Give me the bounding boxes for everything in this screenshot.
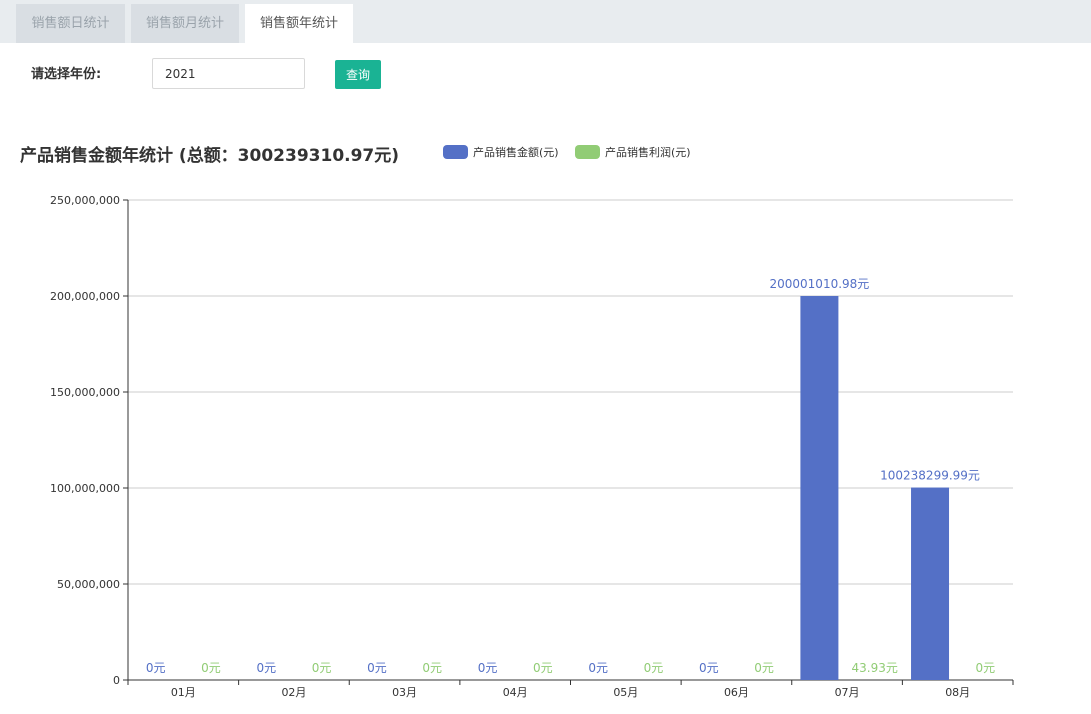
x-tick-label: 04月 [503, 686, 528, 699]
bar-chart: 0 50,000,000 100,000,000 150,000,000 200,000… [50, 194, 1014, 699]
data-label-sales: 100238299.99元 [880, 469, 980, 483]
bar-sales [800, 295, 839, 680]
data-label-profit: 0元 [754, 661, 774, 675]
x-tick-label: 01月 [171, 686, 196, 699]
y-tick-label: 200,000,000 [50, 290, 120, 303]
data-label-profit: 43.93元 [852, 661, 898, 675]
y-tick-label: 0 [113, 674, 120, 687]
bar-sales [911, 487, 950, 680]
x-tick-label: 07月 [835, 686, 860, 699]
data-label-sales: 0元 [146, 661, 166, 675]
y-tick-label: 250,000,000 [50, 194, 120, 207]
x-tick-label: 08月 [945, 686, 970, 699]
data-label-profit: 0元 [201, 661, 221, 675]
x-tick-label: 03月 [392, 686, 417, 699]
data-label-sales: 0元 [478, 661, 498, 675]
data-label-sales: 0元 [588, 661, 608, 675]
data-label-profit: 0元 [644, 661, 664, 675]
data-label-profit: 0元 [422, 661, 442, 675]
x-tick-label: 05月 [613, 686, 638, 699]
data-label-profit: 0元 [312, 661, 332, 675]
data-label-sales: 0元 [699, 661, 719, 675]
data-label-sales: 0元 [256, 661, 276, 675]
data-label-sales: 0元 [367, 661, 387, 675]
y-tick-label: 150,000,000 [50, 386, 120, 399]
x-tick-label: 06月 [724, 686, 749, 699]
y-tick-label: 100,000,000 [50, 482, 120, 495]
data-label-profit: 0元 [976, 661, 996, 675]
data-label-profit: 0元 [533, 661, 553, 675]
x-tick-label: 02月 [281, 686, 306, 699]
y-tick-label: 50,000,000 [57, 578, 120, 591]
data-label-sales: 200001010.98元 [770, 277, 870, 291]
